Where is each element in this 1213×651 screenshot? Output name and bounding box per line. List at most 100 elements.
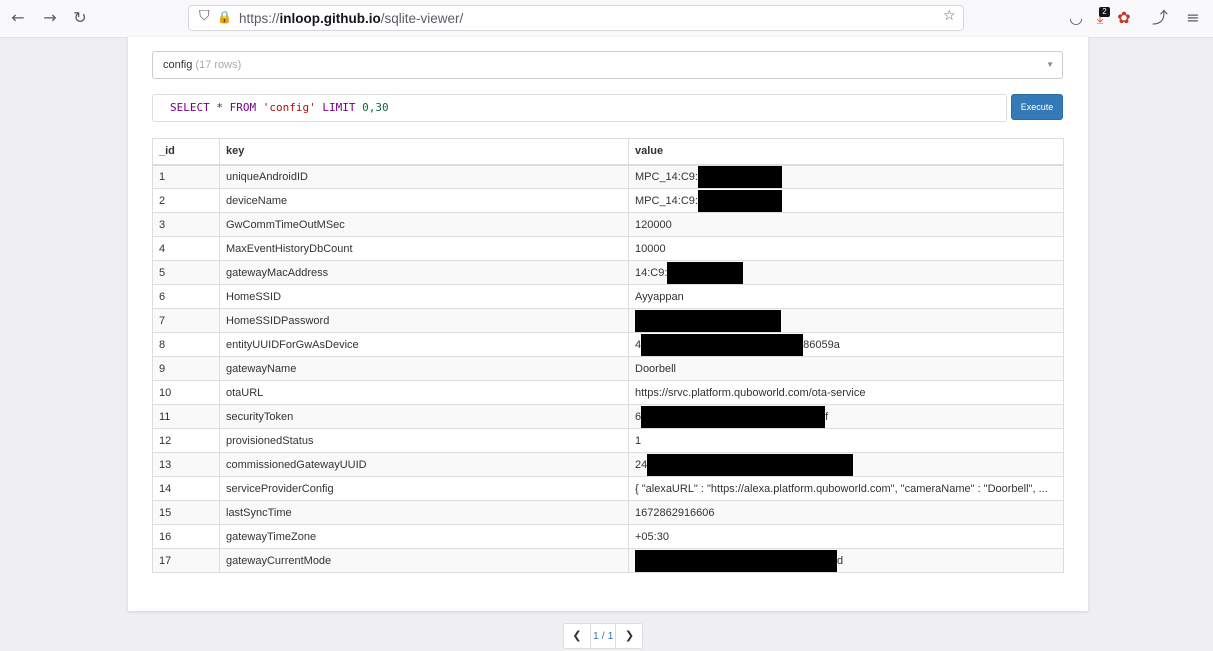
cell-key: gatewayName xyxy=(219,356,629,381)
url-path: /sqlite-viewer/ xyxy=(380,11,464,26)
cell-value: 24 xyxy=(628,452,1064,477)
table-row: 12 provisionedStatus 1 xyxy=(152,428,1064,453)
cell-value: d xyxy=(628,548,1064,573)
url-bar[interactable]: ⛉ 🔒 https://inloop.github.io/sqlite-view… xyxy=(188,5,964,31)
table-row: 7 HomeSSIDPassword xyxy=(152,308,1064,333)
table-row-count: (17 rows) xyxy=(195,59,242,71)
cell-value-text: Doorbell xyxy=(635,362,676,375)
cell-value-text: 1 xyxy=(635,434,642,447)
column-header-key: key xyxy=(219,138,629,166)
cell-key: commissionedGatewayUUID xyxy=(219,452,629,477)
cell-key: GwCommTimeOutMSec xyxy=(219,212,629,237)
cell-value: Doorbell xyxy=(628,356,1064,381)
cell-id: 9 xyxy=(152,356,220,381)
sql-token: SELECT xyxy=(170,101,210,114)
redaction-box xyxy=(641,405,826,428)
extension-icon[interactable]: ✿ xyxy=(1114,8,1134,28)
cell-value-text: 1672862916606 xyxy=(635,506,715,519)
cell-value: +05:30 xyxy=(628,524,1064,549)
cell-value: 4 86059a xyxy=(628,332,1064,357)
cell-key: deviceName xyxy=(219,188,629,213)
redaction-box xyxy=(641,333,804,356)
table-row: 8 entityUUIDForGwAsDevice 4 86059a xyxy=(152,332,1064,357)
url-host: inloop.github.io xyxy=(279,11,381,26)
share-icon[interactable]: ⤴ xyxy=(1150,8,1170,28)
cell-id: 2 xyxy=(152,188,220,213)
shield-icon[interactable]: ⛉ xyxy=(199,8,210,24)
results-table: _id key value 1 uniqueAndroidID MPC_14:C9:… xyxy=(152,138,1064,573)
table-row: 14 serviceProviderConfig { "alexaURL" : "h… xyxy=(152,476,1064,501)
cell-key: securityToken xyxy=(219,404,629,429)
cell-id: 15 xyxy=(152,500,220,525)
table-row: 9 gatewayName Doorbell xyxy=(152,356,1064,381)
cell-value: Ayyappan xyxy=(628,284,1064,309)
cell-key: uniqueAndroidID xyxy=(219,164,629,189)
cell-id: 1 xyxy=(152,164,220,189)
cell-value: MPC_14:C9: xyxy=(628,188,1064,213)
cell-value: { "alexaURL" : "https://alexa.platform.q… xyxy=(628,476,1064,501)
cell-value xyxy=(628,308,1064,333)
cell-value-text: +05:30 xyxy=(635,530,669,543)
browser-toolbar: ← → ↻ ⛉ 🔒 https://inloop.github.io/sqlit… xyxy=(0,0,1213,38)
bookmark-star-icon[interactable]: ☆ xyxy=(943,8,956,24)
cell-value-text: https://srvc.platform.quboworld.com/ota-… xyxy=(635,386,866,399)
cell-key: entityUUIDForGwAsDevice xyxy=(219,332,629,357)
cell-id: 7 xyxy=(152,308,220,333)
table-row: 17 gatewayCurrentMode d xyxy=(152,548,1064,573)
redaction-box xyxy=(667,261,744,284)
table-select[interactable]: config (17 rows) ▼ xyxy=(152,51,1063,79)
cell-id: 11 xyxy=(152,404,220,429)
cell-value-suffix: d xyxy=(837,554,844,567)
sql-token: FROM xyxy=(229,101,257,114)
table-row: 4 MaxEventHistoryDbCount 10000 xyxy=(152,236,1064,261)
table-row: 5 gatewayMacAddress 14:C9: xyxy=(152,260,1064,285)
cell-value-text: MPC_14:C9: xyxy=(635,170,698,183)
table-row: 6 HomeSSID Ayyappan xyxy=(152,284,1064,309)
cell-value: MPC_14:C9: xyxy=(628,164,1064,189)
cell-key: MaxEventHistoryDbCount xyxy=(219,236,629,261)
url-scheme: https:// xyxy=(239,11,280,26)
pocket-icon[interactable]: ◡ xyxy=(1066,8,1086,28)
cell-id: 5 xyxy=(152,260,220,285)
extension-badge: 2 xyxy=(1099,7,1110,17)
chevron-down-icon[interactable]: ▼ xyxy=(1046,52,1054,78)
prev-page-button[interactable]: ❮ xyxy=(564,624,590,648)
forward-icon[interactable]: → xyxy=(40,8,60,28)
cell-key: gatewayMacAddress xyxy=(219,260,629,285)
reload-icon[interactable]: ↻ xyxy=(70,8,90,28)
redaction-box xyxy=(697,189,782,212)
cell-id: 10 xyxy=(152,380,220,405)
cell-id: 14 xyxy=(152,476,220,501)
table-row: 2 deviceName MPC_14:C9: xyxy=(152,188,1064,213)
next-page-button[interactable]: ❯ xyxy=(616,624,642,648)
cell-key: serviceProviderConfig xyxy=(219,476,629,501)
cell-value: 10000 xyxy=(628,236,1064,261)
sql-token: LIMIT xyxy=(322,101,356,114)
menu-icon[interactable]: ≡ xyxy=(1183,8,1203,28)
cell-id: 12 xyxy=(152,428,220,453)
cell-value-suffix: f xyxy=(825,410,829,423)
cell-id: 13 xyxy=(152,452,220,477)
execute-button[interactable]: Execute xyxy=(1011,94,1063,120)
cell-value: 1 xyxy=(628,428,1064,453)
cell-value: https://srvc.platform.quboworld.com/ota-… xyxy=(628,380,1064,405)
sql-token: * xyxy=(216,101,223,114)
url-text[interactable]: https://inloop.github.io/sqlite-viewer/ xyxy=(239,11,463,26)
pagination: ❮ 1 / 1 ❯ xyxy=(563,623,644,649)
redaction-box xyxy=(647,453,854,476)
cell-id: 16 xyxy=(152,524,220,549)
cell-value-text: 24 xyxy=(635,458,648,471)
lock-icon[interactable]: 🔒 xyxy=(217,10,232,24)
table-row: 15 lastSyncTime 1672862916606 xyxy=(152,500,1064,525)
redaction-box xyxy=(635,309,781,332)
cell-id: 6 xyxy=(152,284,220,309)
cell-id: 4 xyxy=(152,236,220,261)
cell-key: lastSyncTime xyxy=(219,500,629,525)
redaction-box xyxy=(635,549,837,572)
table-row: 16 gatewayTimeZone +05:30 xyxy=(152,524,1064,549)
back-icon[interactable]: ← xyxy=(8,8,28,28)
cell-value-text: MPC_14:C9: xyxy=(635,194,698,207)
cell-value-text: { "alexaURL" : "https://alexa.platform.q… xyxy=(635,482,1048,495)
sql-query-input[interactable]: SELECT * FROM 'config' LIMIT 0,30 xyxy=(152,94,1007,122)
cell-key: gatewayTimeZone xyxy=(219,524,629,549)
